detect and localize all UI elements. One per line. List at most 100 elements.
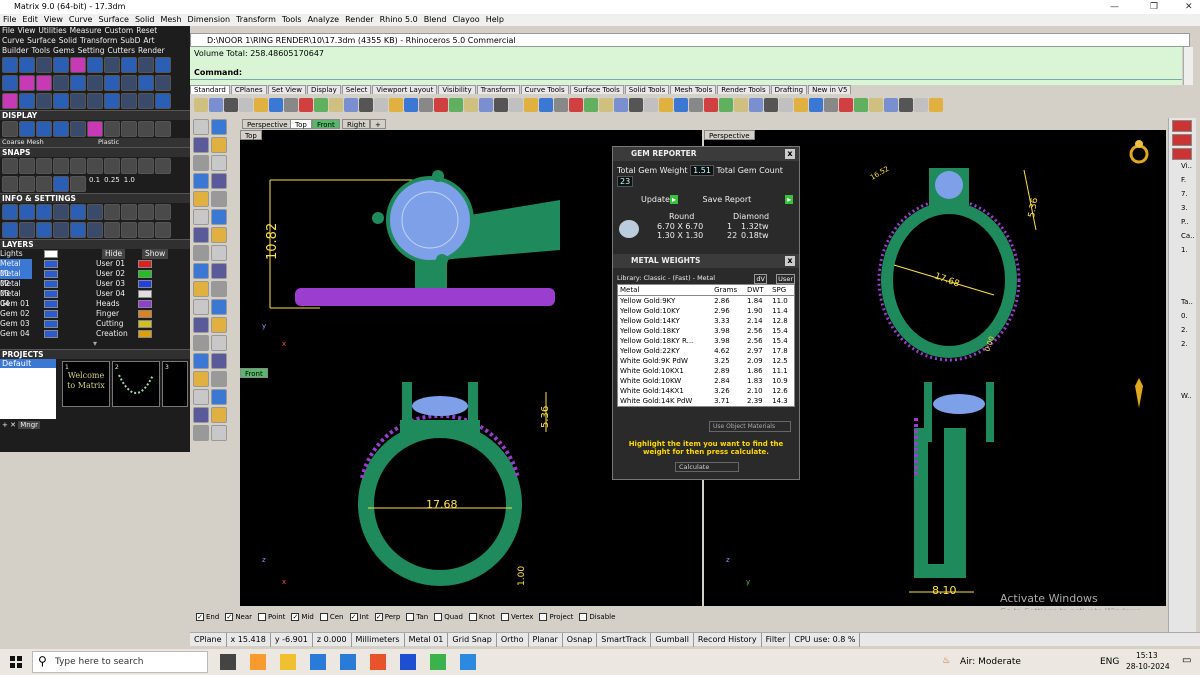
toolbar-tool-icon[interactable] [284,98,298,112]
snap-value[interactable]: 0.1 [89,176,100,192]
toolbar-tool-icon[interactable] [644,98,658,112]
toolbar-tool-icon[interactable] [749,98,763,112]
vertical-tool-icon[interactable] [211,155,227,171]
layer-color-swatch[interactable] [138,300,152,308]
manager-button[interactable]: Mngr [18,421,41,429]
layer-name[interactable]: Finger [96,309,119,319]
material-dropdown[interactable]: Plastic [98,138,119,147]
status-grid-snap[interactable]: Grid Snap [448,633,497,647]
close-metal-weights-icon[interactable]: x [785,256,795,266]
menu-surface[interactable]: Surface [98,15,128,24]
metal-row[interactable]: Yellow Gold:18KY 3.98 2.56 15.4 [618,326,794,336]
menu-transform[interactable]: Transform [236,15,276,24]
snap-value[interactable]: 1.0 [124,176,135,192]
tab-transform[interactable]: Transform [476,85,520,94]
vertical-tool-icon[interactable] [211,335,227,351]
toolbar-tool-icon[interactable] [584,98,598,112]
mail-icon[interactable] [340,654,356,670]
status-cpu-use-0-8[interactable]: CPU use: 0.8 % [790,633,861,647]
toolbar-tool-icon[interactable] [764,98,778,112]
toolbar-tool-icon[interactable] [899,98,913,112]
viewport-label-top[interactable]: Top [240,130,262,140]
layer-color-swatch[interactable] [44,310,58,318]
layer-name[interactable]: Creation [96,329,128,339]
osnap-checkbox-quad[interactable] [434,613,443,621]
update-button[interactable]: Update [641,195,670,204]
toolbar-tool-icon[interactable] [329,98,343,112]
menu-file[interactable]: File [3,15,16,24]
vertical-tool-icon[interactable] [193,407,209,423]
osnap-checkbox-vertex[interactable] [500,613,509,621]
layer-name[interactable]: Gem 04 [0,329,32,339]
vertical-tool-icon[interactable] [193,227,209,243]
windows-start-icon[interactable] [10,656,22,668]
remove-project-icon[interactable]: ✕ [10,421,16,429]
toolbar-tool-icon[interactable] [659,98,673,112]
gem-row[interactable]: 6.70 X 6.70 1 1.32tw [657,222,777,231]
osnap-checkbox-tan[interactable] [406,613,415,621]
vertical-tool-icon[interactable] [193,137,209,153]
metal-row[interactable]: Yellow Gold:22KY 4.62 2.97 17.8 [618,346,794,356]
layer-name[interactable]: Gem 01 [0,299,32,309]
layer-row[interactable]: Gem 01 Heads [0,299,190,309]
layer-name[interactable]: User 02 [96,269,125,279]
metal-row[interactable]: White Gold:14KX1 3.26 2.10 12.6 [618,386,794,396]
weather-status[interactable]: Air: Moderate [960,657,1021,667]
osnap-checkbox-mid[interactable]: ✓ [291,613,300,621]
metal-row[interactable]: White Gold:10KX1 2.89 1.86 11.1 [618,366,794,376]
osnap-checkbox-perp[interactable]: ✓ [374,613,383,621]
layer-color-swatch[interactable] [138,270,152,278]
toolbar-tool-icon[interactable] [629,98,643,112]
status-filter[interactable]: Filter [762,633,791,647]
layer-row[interactable]: Metal 03 User 03 [0,279,190,298]
status-ortho[interactable]: Ortho [497,633,529,647]
vertical-tool-icon[interactable] [211,245,227,261]
minimize-icon[interactable]: — [1110,0,1119,14]
vertical-tool-icon[interactable] [211,263,227,279]
toolbar-tool-icon[interactable] [389,98,403,112]
toolbar-tool-icon[interactable] [479,98,493,112]
vertical-tool-icon[interactable] [211,119,227,135]
status-y-6-901[interactable]: y -6.901 [271,633,313,647]
status-metal-01[interactable]: Metal 01 [405,633,449,647]
toolbar-tool-icon[interactable] [884,98,898,112]
vertical-tool-icon[interactable] [193,335,209,351]
toolbar-tool-icon[interactable] [929,98,943,112]
viewport-label-perspective[interactable]: Perspective [704,130,755,140]
toolbar-tool-icon[interactable] [209,98,223,112]
vertical-tool-icon[interactable] [211,389,227,405]
vertical-tool-icon[interactable] [193,245,209,261]
show-button[interactable]: Show [142,249,169,259]
vertical-tool-icon[interactable] [193,389,209,405]
menu-edit[interactable]: Edit [22,15,38,24]
ring-icon[interactable] [1128,138,1150,164]
toolbar-tool-icon[interactable] [779,98,793,112]
toolbar-tool-icon[interactable] [404,98,418,112]
toolbar-tool-icon[interactable] [269,98,283,112]
use-object-materials-button[interactable]: Use Object Materials [709,421,791,432]
toolbar-tool-icon[interactable] [434,98,448,112]
panel-menu-curve[interactable]: Curve [2,36,24,45]
layer-color-swatch[interactable] [44,260,58,268]
gem-row[interactable]: 1.30 X 1.30 22 0.18tw [657,231,777,240]
toolbar-tool-icon[interactable] [734,98,748,112]
tab-standard[interactable]: Standard [190,85,230,94]
status-smarttrack[interactable]: SmartTrack [597,633,652,647]
toolbar-tool-icon[interactable] [359,98,373,112]
osnap-checkbox-end[interactable]: ✓ [196,613,204,621]
layer-color-swatch[interactable] [138,260,152,268]
layer-color-swatch[interactable] [44,320,58,328]
menu-render[interactable]: Render [345,15,373,24]
clock-time[interactable]: 15:13 [1136,651,1158,660]
toolbar-tool-icon[interactable] [539,98,553,112]
grams-header[interactable]: Grams [712,285,746,296]
menu-clayoo[interactable]: Clayoo [452,15,479,24]
toolbar-tool-icon[interactable] [719,98,733,112]
vertical-tool-icon[interactable] [193,263,209,279]
menu-tools[interactable]: Tools [282,15,302,24]
tab-right[interactable]: Right [342,119,371,129]
status-millimeters[interactable]: Millimeters [352,633,405,647]
panel-tab-icon[interactable] [1172,134,1192,146]
menu-help[interactable]: Help [486,15,504,24]
vertical-tool-icon[interactable] [211,407,227,423]
